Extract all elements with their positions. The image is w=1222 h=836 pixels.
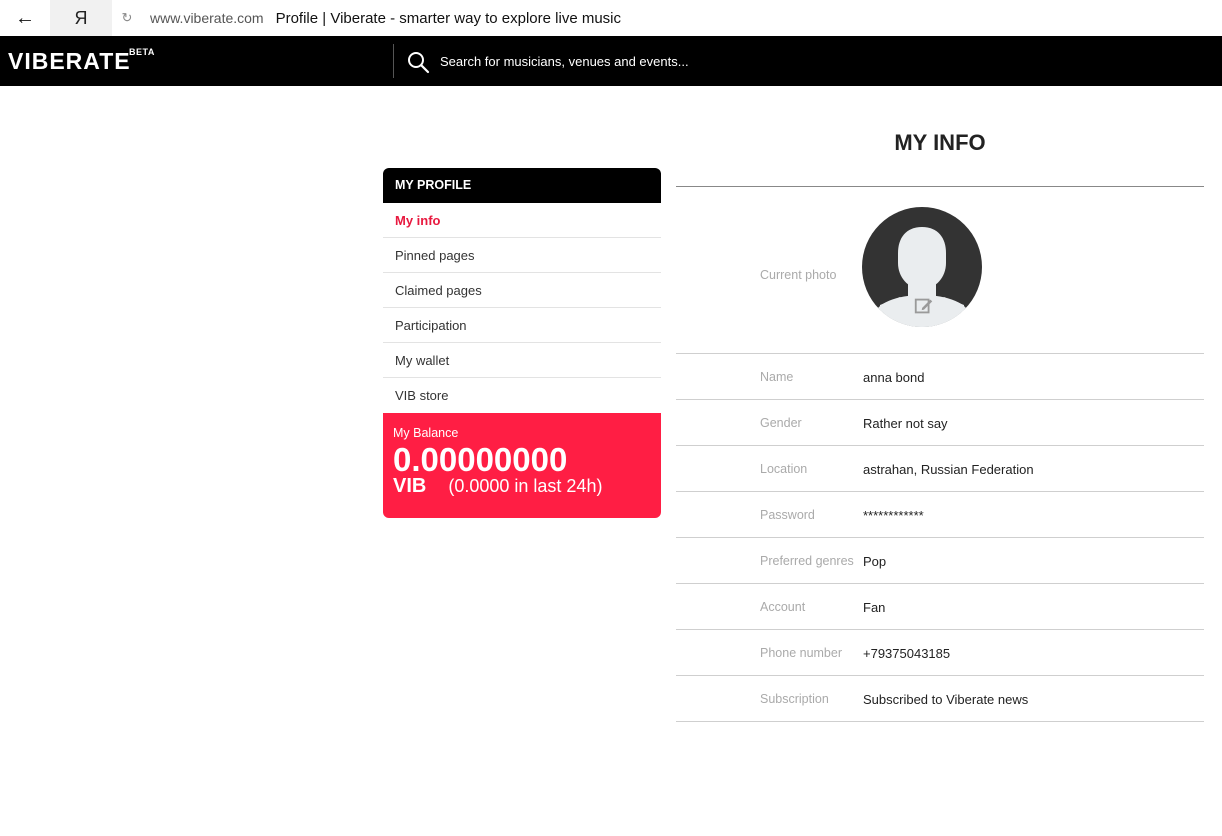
balance-value: 0.00000000 (393, 441, 568, 478)
balance-card: My Balance 0.00000000 VIB (0.0000 in las… (383, 413, 661, 518)
sidebar-item-my-info[interactable]: My info (383, 203, 661, 238)
location-value[interactable]: astrahan, Russian Federation (863, 462, 1034, 477)
balance-label: My Balance (393, 426, 459, 440)
preferred-genres-value[interactable]: Pop (863, 554, 886, 569)
name-value[interactable]: anna bond (863, 370, 924, 385)
page-title: MY INFO (676, 125, 1204, 187)
account-label: Account (760, 600, 806, 614)
name-label: Name (760, 370, 794, 384)
search-input[interactable] (440, 51, 960, 71)
edit-photo-icon[interactable] (913, 295, 935, 317)
info-row-password: Password ************ (676, 492, 1204, 538)
sidebar-item-pinned-pages[interactable]: Pinned pages (383, 238, 661, 273)
back-arrow-icon[interactable]: ← (0, 0, 50, 36)
balance-change: (0.0000 in last 24h) (448, 476, 603, 496)
yandex-icon[interactable]: Я (50, 0, 112, 36)
photo-label: Current photo (760, 268, 837, 282)
phone-number-value[interactable]: +79375043185 (863, 646, 950, 661)
info-row-account: Account Fan (676, 584, 1204, 630)
address-bar-domain[interactable]: www.viberate.com (150, 10, 264, 26)
page-title-in-address-bar[interactable]: Profile | Viberate - smarter way to expl… (276, 10, 621, 27)
account-value[interactable]: Fan (863, 600, 885, 615)
phone-number-label: Phone number (760, 646, 843, 660)
browser-toolbar: ← Я ↻ www.viberate.com Profile | Viberat… (0, 0, 1222, 36)
info-row-location: Location astrahan, Russian Federation (676, 446, 1204, 492)
info-row-gender: Gender Rather not say (676, 400, 1204, 446)
password-label: Password (760, 508, 815, 522)
info-row-phone-number: Phone number +79375043185 (676, 630, 1204, 676)
gender-label: Gender (760, 416, 802, 430)
sidebar-item-my-wallet[interactable]: My wallet (383, 343, 661, 378)
header-divider (393, 44, 394, 78)
avatar[interactable] (862, 207, 982, 327)
info-row-name: Name anna bond (676, 354, 1204, 400)
reload-icon[interactable]: ↻ (112, 10, 142, 26)
sidebar-item-vib-store[interactable]: VIB store (383, 378, 661, 413)
profile-sidebar: MY PROFILE My info Pinned pages Claimed … (383, 168, 661, 518)
balance-line: VIB (0.0000 in last 24h) (393, 475, 651, 498)
my-info-panel: MY INFO Current photo Name anna bond Gen… (676, 125, 1204, 722)
gender-value[interactable]: Rather not say (863, 416, 948, 431)
search-icon[interactable] (406, 50, 430, 74)
beta-badge: BETA (129, 47, 155, 57)
logo-text: VIBERATE (8, 48, 131, 74)
sidebar-item-claimed-pages[interactable]: Claimed pages (383, 273, 661, 308)
info-row-subscription: Subscription Subscribed to Viberate news (676, 676, 1204, 722)
location-label: Location (760, 462, 808, 476)
sidebar-heading: MY PROFILE (383, 168, 661, 203)
preferred-genres-label: Preferred genres (760, 554, 854, 568)
password-value[interactable]: ************ (863, 508, 924, 523)
viberate-logo[interactable]: VIBERATE BETA (8, 47, 154, 75)
sidebar-item-participation[interactable]: Participation (383, 308, 661, 343)
site-header: VIBERATE BETA (0, 36, 1222, 86)
photo-row: Current photo (676, 187, 1204, 354)
subscription-label: Subscription (760, 692, 829, 706)
balance-unit: VIB (393, 475, 427, 497)
subscription-value[interactable]: Subscribed to Viberate news (863, 692, 1028, 707)
info-row-preferred-genres: Preferred genres Pop (676, 538, 1204, 584)
